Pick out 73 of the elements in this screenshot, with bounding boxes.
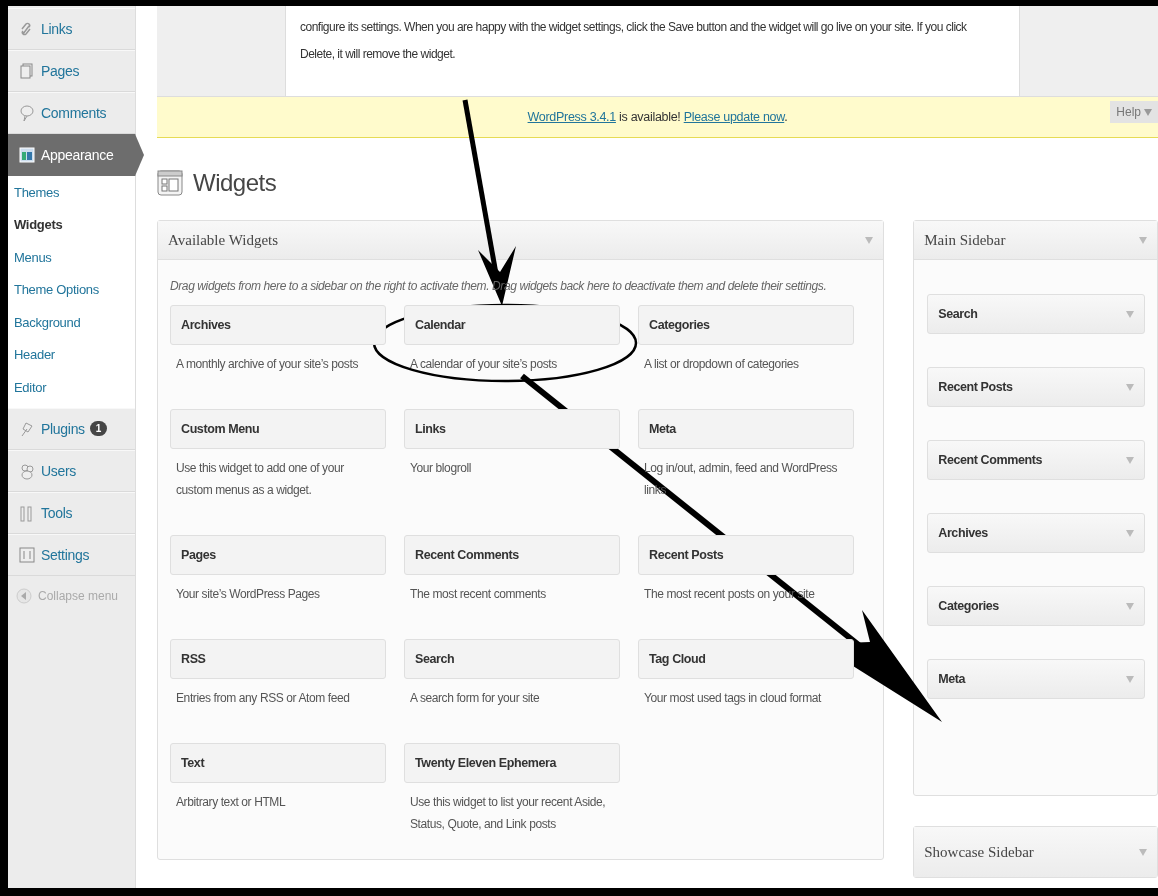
- widget-title[interactable]: RSS: [170, 639, 386, 679]
- update-notice-text: WordPress 3.4.1 is available! Please update now.: [527, 110, 788, 124]
- menu-item[interactable]: Users: [8, 449, 135, 492]
- caret-icon: [1126, 310, 1134, 318]
- page-title: Widgets: [193, 169, 277, 197]
- help-text: configure its settings. When you are happy with the widget settings, click the Save button and the widget will go live on your site. If you click: [300, 19, 968, 36]
- help-text: Delete, it will remove the widget.: [300, 46, 457, 63]
- widget-title[interactable]: Recent Comments: [404, 535, 620, 575]
- menu-item[interactable]: Appearance: [8, 134, 144, 176]
- version-link[interactable]: WordPress 3.4.1: [527, 110, 616, 124]
- sidebar-widget[interactable]: Recent Posts: [927, 367, 1145, 407]
- widget-title[interactable]: Recent Posts: [638, 535, 854, 575]
- widget-description: Your site’s WordPress Pages: [176, 586, 321, 603]
- menu-item[interactable]: Pages: [8, 50, 135, 92]
- panel-title: Available Widgets: [168, 231, 279, 249]
- panel-title: Main Sidebar: [924, 231, 1006, 249]
- sidebar-widget[interactable]: Archives: [927, 513, 1145, 553]
- widget-title[interactable]: Custom Menu: [170, 409, 386, 449]
- widget-description: Use this widget to list your recent Aside, Status, Quote, and Link posts: [410, 794, 607, 833]
- widget-title[interactable]: Calendar: [404, 305, 620, 345]
- widget-description: A search form for your site: [410, 690, 541, 707]
- widget-description: Arbitrary text or HTML: [176, 794, 287, 811]
- sidebar-widget[interactable]: Search: [927, 294, 1145, 334]
- help-tab[interactable]: Help: [1110, 101, 1158, 123]
- people-icon: [18, 461, 36, 480]
- widget-title[interactable]: Pages: [170, 535, 386, 575]
- widget-title[interactable]: Tag Cloud: [638, 639, 854, 679]
- widget-description: The most recent comments: [410, 586, 547, 603]
- menu-item[interactable]: Settings: [8, 533, 135, 576]
- widget-description: A calendar of your site’s posts: [410, 356, 558, 373]
- collapse-icon: [16, 587, 32, 604]
- caret-icon: [1126, 529, 1134, 537]
- sidebar-widget[interactable]: Meta: [927, 659, 1145, 699]
- submenu-item[interactable]: Editor: [8, 371, 135, 404]
- submenu-item[interactable]: Widgets: [8, 208, 135, 241]
- sliders-icon: [18, 545, 36, 564]
- submenu-item[interactable]: Background: [8, 306, 135, 339]
- submenu-item[interactable]: Theme Options: [8, 273, 135, 306]
- sidebar-widget[interactable]: Categories: [927, 586, 1145, 626]
- submenu-item[interactable]: Header: [8, 338, 135, 371]
- speech-bubble-icon: [18, 104, 36, 122]
- caret-icon: [865, 236, 874, 244]
- caret-icon: [1126, 602, 1134, 610]
- widget-description: Your blogroll: [410, 460, 473, 477]
- sidebar-widget[interactable]: Recent Comments: [927, 440, 1145, 480]
- menu-item[interactable]: Tools: [8, 491, 135, 534]
- widget-title[interactable]: Archives: [170, 305, 386, 345]
- widget-title[interactable]: Search: [404, 639, 620, 679]
- widget-title[interactable]: Twenty Eleven Ephemera: [404, 743, 620, 783]
- caret-icon: [1126, 675, 1134, 683]
- menu-item[interactable]: Plugins 1: [8, 407, 135, 450]
- widget-title[interactable]: Text: [170, 743, 386, 783]
- submenu-item[interactable]: Themes: [8, 176, 135, 209]
- widget-description: Your most used tags in cloud format: [644, 690, 823, 707]
- widget-description: A list or dropdown of categories: [644, 356, 800, 373]
- widget-description: Use this widget to add one of your custom menus as a widget.: [176, 460, 345, 499]
- window-icon: [18, 146, 36, 164]
- caret-icon: [1126, 456, 1134, 464]
- caret-icon: [1126, 383, 1134, 391]
- count-badge: 1: [89, 421, 108, 436]
- widget-title[interactable]: Links: [404, 409, 620, 449]
- triangle-icon: [1144, 108, 1152, 116]
- widget-title[interactable]: Meta: [638, 409, 854, 449]
- caret-icon: [1139, 848, 1147, 856]
- widget-title[interactable]: Categories: [638, 305, 854, 345]
- submenu-item[interactable]: Menus: [8, 241, 135, 274]
- widget-description: Entries from any RSS or Atom feed: [176, 690, 351, 707]
- menu-item[interactable]: Links: [8, 8, 135, 50]
- widgets-icon: [157, 170, 183, 196]
- widget-description: A monthly archive of your site’s posts: [176, 356, 359, 373]
- pages-icon: [18, 62, 36, 80]
- panel-title: Showcase Sidebar: [924, 843, 1034, 861]
- caret-icon: [1139, 236, 1147, 244]
